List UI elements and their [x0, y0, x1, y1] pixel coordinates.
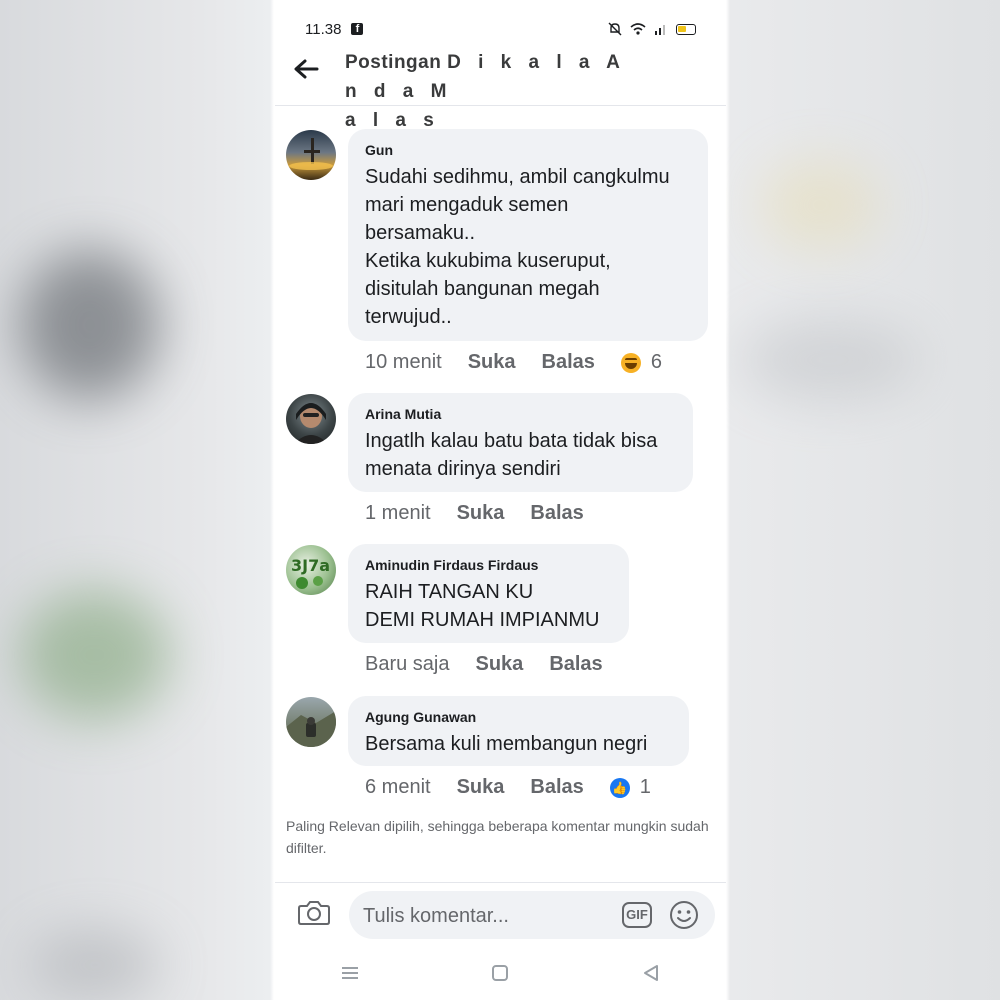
comment-text-line: terwujud..	[365, 306, 452, 328]
comment-input-container[interactable]: GIF	[349, 891, 715, 941]
comment-actions: 1 menit Suka Balas	[365, 502, 610, 525]
back-arrow-icon[interactable]	[293, 56, 319, 87]
comment-actions: Baru saja Suka Balas	[365, 653, 629, 676]
battery-icon	[676, 23, 696, 35]
reply-button[interactable]: Balas	[542, 351, 595, 374]
camera-icon[interactable]	[298, 899, 330, 925]
comment-author[interactable]: Agung Gunawan	[365, 709, 672, 725]
comment-author[interactable]: Arina Mutia	[365, 406, 676, 422]
comment-author[interactable]: Gun	[365, 142, 691, 158]
like-button[interactable]: Suka	[476, 653, 524, 676]
comment-bubble: Aminudin Firdaus Firdaus RAIH TANGAN KU …	[348, 544, 629, 643]
comment-bubble: Agung Gunawan Bersama kuli membangun neg…	[348, 696, 689, 766]
mute-icon	[608, 22, 622, 36]
facebook-notification-icon: f	[351, 23, 364, 35]
back-nav-icon[interactable]	[631, 958, 671, 988]
reply-button[interactable]: Balas	[530, 776, 583, 799]
reply-button[interactable]: Balas	[530, 502, 583, 525]
comment-timestamp[interactable]: Baru saja	[365, 653, 450, 676]
comment-author[interactable]: Aminudin Firdaus Firdaus	[365, 557, 612, 573]
like-button[interactable]: Suka	[457, 776, 505, 799]
comment-text-line: Ketika kukubima kuseruput,	[365, 250, 611, 272]
blurred-background-shape	[760, 160, 880, 250]
avatar[interactable]: 3J7a	[286, 545, 336, 595]
comment-timestamp[interactable]: 1 menit	[365, 502, 431, 525]
comment-text-line: Sudahi sedihmu, ambil cangkulmu	[365, 166, 670, 188]
menu-nav-icon[interactable]	[330, 958, 370, 988]
wifi-icon	[630, 23, 646, 35]
svg-text:3J7a: 3J7a	[291, 556, 330, 575]
comment-composer: GIF	[275, 882, 726, 946]
comment-text-line: RAIH TANGAN KU	[365, 581, 534, 603]
reaction-summary[interactable]: 👍 1	[609, 776, 651, 799]
like-emoji-icon: 👍	[609, 777, 630, 798]
page-title-part: a l a s	[345, 110, 440, 131]
blurred-background-shape	[20, 250, 160, 400]
avatar[interactable]	[286, 697, 336, 747]
comment-text-line: Bersama kuli membangun negri	[365, 733, 648, 755]
android-nav-bar	[275, 946, 726, 1000]
home-nav-icon[interactable]	[480, 958, 520, 988]
like-button[interactable]: Suka	[468, 351, 516, 374]
comment-text-line: DEMI RUMAH IMPIANMU	[365, 609, 600, 631]
comment-timestamp[interactable]: 6 menit	[365, 776, 431, 799]
comment-timestamp[interactable]: 10 menit	[365, 351, 442, 374]
comment-bubble: Gun Sudahi sedihmu, ambil cangkulmu mari…	[348, 129, 708, 341]
comment-text-line: menata dirinya sendiri	[365, 458, 561, 480]
like-button[interactable]: Suka	[457, 502, 505, 525]
comment-bubble: Arina Mutia Ingatlh kalau batu bata tida…	[348, 393, 693, 492]
blurred-background-shape	[740, 320, 920, 400]
phone-screen: 11.38 f Postingan D i k a l a A n d a M …	[275, 0, 726, 1000]
comment-input[interactable]	[361, 891, 615, 941]
comment-actions: 10 menit Suka Balas 6	[365, 351, 662, 374]
blurred-background-shape	[20, 590, 170, 720]
reply-button[interactable]: Balas	[549, 653, 602, 676]
signal-icon	[655, 25, 665, 35]
emoji-smile-icon[interactable]	[669, 900, 699, 930]
reaction-summary[interactable]: 6	[620, 351, 663, 374]
filter-note: Paling Relevan dipilih, sehingga beberap…	[286, 818, 709, 856]
blurred-background-shape	[30, 930, 160, 1000]
page-title: Postingan D i k a l a A n d a M a l a s	[345, 48, 645, 135]
page-title-part: Postingan	[345, 52, 448, 73]
comment-text-line: mari mengaduk semen	[365, 194, 569, 216]
page-header: Postingan D i k a l a A n d a M a l a s	[275, 40, 726, 131]
gif-icon[interactable]: GIF	[622, 902, 652, 928]
comment-actions: 6 menit Suka Balas 👍 1	[365, 776, 651, 799]
comment-text-line: bersamaku..	[365, 222, 476, 244]
status-time: 11.38	[305, 20, 342, 38]
comment-text-line: Ingatlh kalau batu bata tidak bisa	[365, 430, 658, 452]
avatar[interactable]	[286, 394, 336, 444]
avatar[interactable]	[286, 130, 336, 180]
reaction-count: 6	[650, 351, 663, 373]
comment-text-line: disitulah bangunan megah	[365, 278, 600, 300]
haha-emoji-icon	[620, 352, 641, 373]
reaction-count: 1	[639, 776, 651, 798]
